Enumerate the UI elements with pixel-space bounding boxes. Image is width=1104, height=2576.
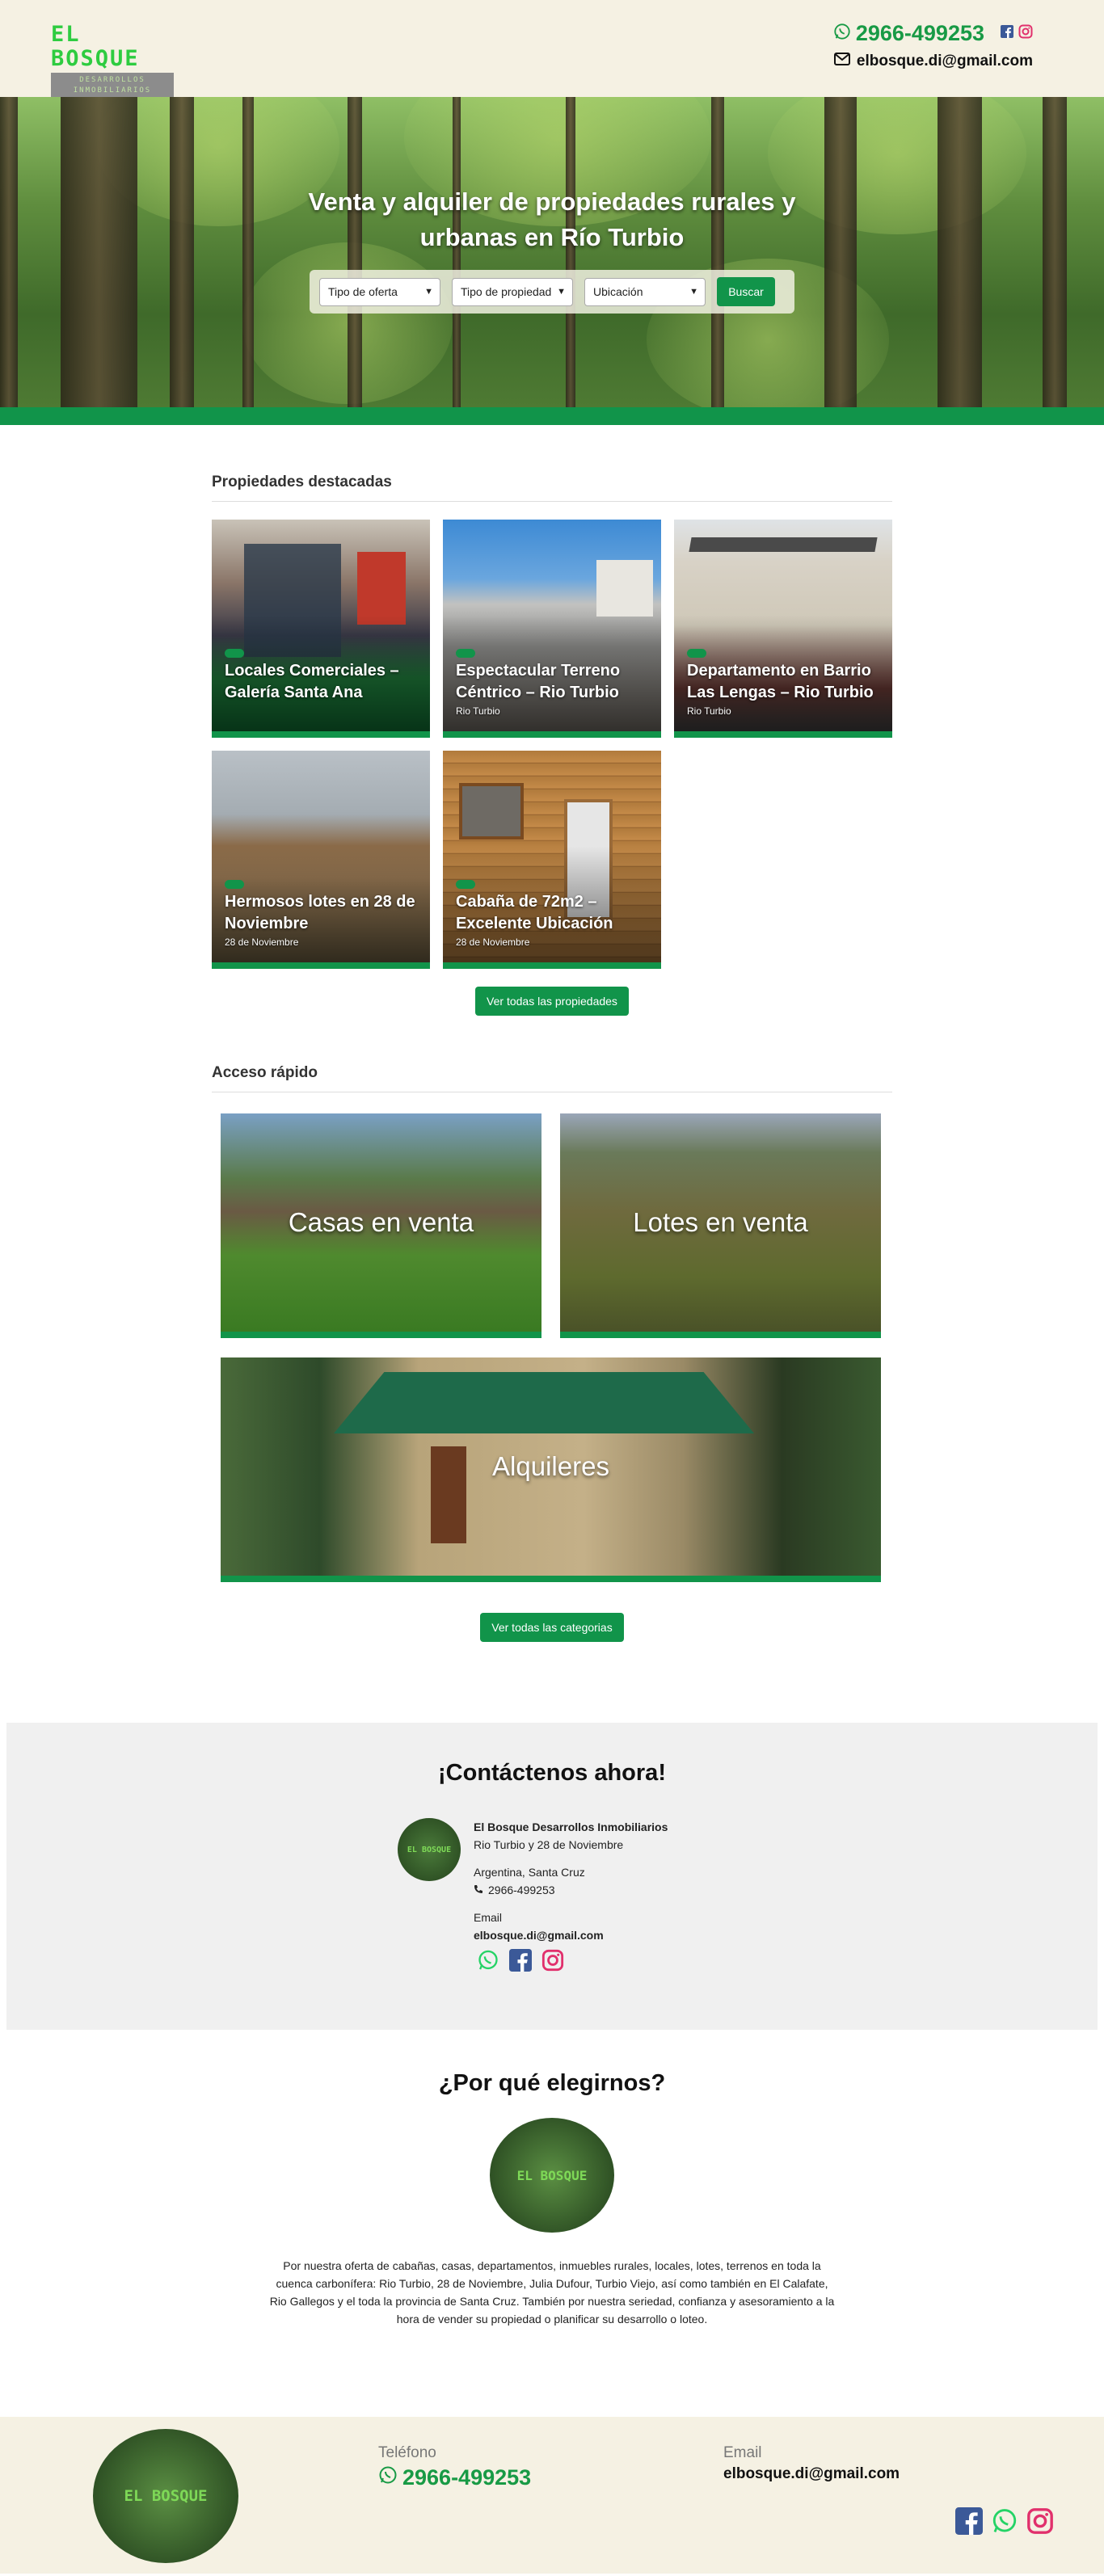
site-footer: EL BOSQUE Teléfono 2966-499253 Email elb… — [0, 2417, 1104, 2574]
whatsapp-icon[interactable] — [833, 23, 851, 44]
hero-banner: Venta y alquiler de propiedades rurales … — [0, 97, 1104, 407]
footer-email[interactable]: elbosque.di@gmail.com — [723, 2465, 900, 2483]
facebook-icon[interactable] — [1001, 25, 1013, 42]
property-title[interactable]: Cabaña de 72m2 – Excelente Ubicación — [456, 891, 653, 935]
property-location: 28 de Noviembre — [225, 937, 299, 948]
property-title[interactable]: Hermosos lotes en 28 de Noviembre — [225, 891, 422, 935]
footer-logo[interactable]: EL BOSQUE — [93, 2429, 238, 2563]
featured-properties: Propiedades destacadas Locales Comercial… — [212, 474, 892, 1016]
footer-phone[interactable]: 2966-499253 — [402, 2465, 531, 2490]
instagram-icon[interactable] — [1026, 2507, 1054, 2539]
location-select[interactable]: Ubicación ▼ — [584, 277, 706, 306]
facebook-icon[interactable] — [955, 2507, 983, 2539]
company-name: El Bosque Desarrollos Inmobiliarios — [474, 1820, 668, 1833]
chevron-down-icon: ▼ — [557, 287, 566, 297]
contact-title: ¡Contáctenos ahora! — [438, 1760, 666, 1786]
header-contact: 2966-499253 elbosque.di@gmail.com — [833, 21, 1033, 70]
quick-card-label: Casas en venta — [288, 1207, 474, 1237]
status-badge — [456, 880, 475, 889]
footer-email-block: Email elbosque.di@gmail.com — [723, 2444, 900, 2483]
contact-section: ¡Contáctenos ahora! EL BOSQUE El Bosque … — [6, 1723, 1098, 2030]
chevron-down-icon: ▼ — [689, 287, 698, 297]
logo-title: EL BOSQUE — [51, 22, 140, 71]
property-card[interactable]: Departamento en Barrio Las Lengas – Rio … — [674, 520, 892, 738]
whatsapp-icon[interactable] — [378, 2465, 398, 2490]
quick-card-rentals[interactable]: Alquileres — [221, 1357, 881, 1582]
instagram-icon[interactable] — [1018, 24, 1033, 43]
quick-card-lots[interactable]: Lotes en venta — [560, 1113, 881, 1338]
view-all-properties-button[interactable]: Ver todas las propiedades — [475, 987, 629, 1016]
quick-card-label: Lotes en venta — [633, 1207, 808, 1237]
featured-title: Propiedades destacadas — [212, 474, 892, 502]
chevron-down-icon: ▼ — [424, 287, 433, 297]
site-header: EL BOSQUE DESARROLLOS INMOBILIARIOS 2966… — [0, 0, 1104, 99]
hero-divider — [0, 407, 1104, 425]
footer-email-label: Email — [723, 2444, 762, 2461]
why-title: ¿Por qué elegirnos? — [438, 2070, 666, 2096]
contact-logo: EL BOSQUE — [398, 1818, 461, 1881]
property-card[interactable]: Locales Comerciales – Galería Santa Ana — [212, 520, 430, 738]
quick-access-title: Acceso rápido — [212, 1064, 892, 1092]
header-email[interactable]: elbosque.di@gmail.com — [857, 53, 1033, 70]
whatsapp-icon[interactable] — [991, 2507, 1018, 2539]
why-text: Por nuestra oferta de cabañas, casas, de… — [269, 2259, 835, 2326]
quick-card-houses[interactable]: Casas en venta — [221, 1113, 541, 1338]
property-title[interactable]: Espectacular Terreno Céntrico – Rio Turb… — [456, 660, 653, 704]
property-title[interactable]: Departamento en Barrio Las Lengas – Rio … — [687, 660, 884, 704]
search-button[interactable]: Buscar — [717, 277, 775, 306]
property-card[interactable]: Hermosos lotes en 28 de Noviembre 28 de … — [212, 751, 430, 969]
email-label: Email — [474, 1911, 503, 1924]
status-badge — [225, 880, 244, 889]
instagram-icon[interactable] — [541, 1949, 564, 1976]
why-logo: EL BOSQUE — [490, 2118, 614, 2233]
facebook-icon[interactable] — [509, 1949, 532, 1976]
hero-title: Venta y alquiler de propiedades rurales … — [308, 187, 796, 251]
company-address: Rio Turbio y 28 de Noviembre — [474, 1838, 624, 1851]
logo-subtitle: DESARROLLOS INMOBILIARIOS — [51, 73, 174, 99]
status-badge — [687, 649, 706, 658]
contact-info: El Bosque Desarrollos Inmobiliarios Rio … — [474, 1818, 668, 1976]
view-all-categories-button[interactable]: Ver todas las categorias — [480, 1613, 624, 1642]
search-form: Tipo de oferta ▼ Tipo de propiedad ▼ Ubica… — [310, 270, 794, 314]
footer-phone-label: Teléfono — [378, 2444, 436, 2461]
phone-icon — [474, 1881, 483, 1899]
contact-phone[interactable]: 2966-499253 — [488, 1881, 555, 1899]
property-card[interactable]: Cabaña de 72m2 – Excelente Ubicación 28 … — [443, 751, 661, 969]
property-location: 28 de Noviembre — [456, 937, 530, 948]
footer-social — [955, 2507, 1054, 2539]
header-phone[interactable]: 2966-499253 — [856, 21, 984, 46]
site-logo[interactable]: EL BOSQUE DESARROLLOS INMOBILIARIOS — [51, 22, 174, 99]
footer-phone-block: Teléfono 2966-499253 — [378, 2444, 531, 2490]
company-region: Argentina, Santa Cruz — [474, 1866, 585, 1879]
property-card[interactable]: Espectacular Terreno Céntrico – Rio Turb… — [443, 520, 661, 738]
property-location: Rio Turbio — [687, 705, 731, 717]
status-badge — [225, 649, 244, 658]
property-location: Rio Turbio — [456, 705, 500, 717]
property-title[interactable]: Locales Comerciales – Galería Santa Ana — [225, 660, 422, 704]
offer-type-select[interactable]: Tipo de oferta ▼ — [319, 277, 440, 306]
quick-access: Acceso rápido Casas en venta Lotes en ve… — [212, 1064, 892, 1642]
status-badge — [456, 649, 475, 658]
why-choose-us: ¿Por qué elegirnos? EL BOSQUE Por nuestr… — [0, 2030, 1104, 2328]
property-type-select[interactable]: Tipo de propiedad ▼ — [452, 277, 573, 306]
whatsapp-icon[interactable] — [477, 1949, 499, 1976]
envelope-icon — [833, 53, 850, 70]
quick-card-label: Alquileres — [492, 1451, 609, 1481]
contact-email[interactable]: elbosque.di@gmail.com — [474, 1926, 668, 1944]
